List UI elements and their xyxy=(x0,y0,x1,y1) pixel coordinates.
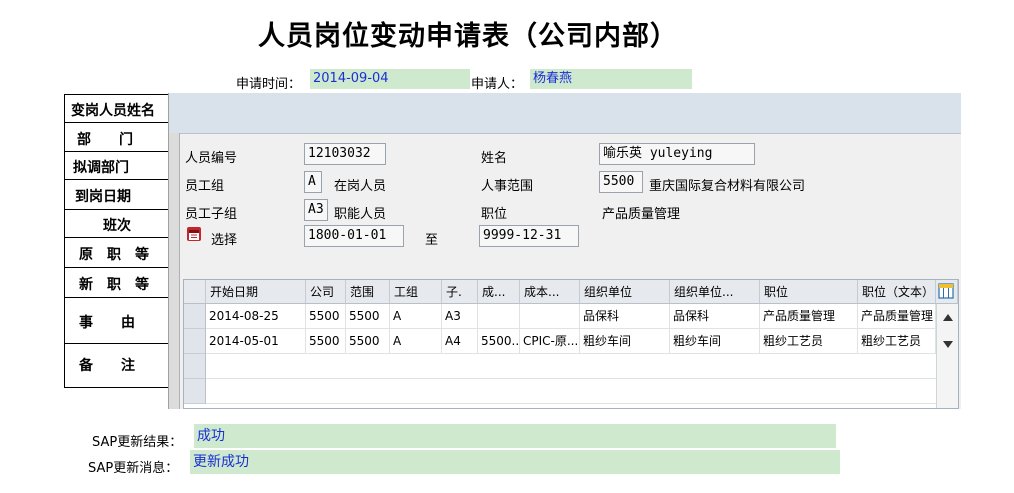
grid-select-all[interactable] xyxy=(184,280,206,304)
cell-position-text[interactable]: 产品质量管理 xyxy=(858,304,936,329)
col-header-org-unit[interactable]: 组织单位 xyxy=(580,280,670,304)
cell-emp-group[interactable]: A xyxy=(390,329,442,354)
col-header-emp-group[interactable]: 工组 xyxy=(390,280,442,304)
form-table: 变岗人员姓名 部 门 拟调部门 到岗日期 班次 原 职 等 新 职 等 事 由 … xyxy=(64,94,172,388)
cell-start-date[interactable]: 2014-08-25 xyxy=(206,304,306,329)
col-header-company[interactable]: 公司 xyxy=(306,280,346,304)
col-header-position[interactable]: 职位 xyxy=(760,280,858,304)
emp-group-text: 在岗人员 xyxy=(334,179,387,194)
col-header-cost-1[interactable]: 成... xyxy=(478,280,520,304)
cell-start-date[interactable]: 2014-05-01 xyxy=(206,329,306,354)
cell-area[interactable]: 5500 xyxy=(346,304,390,329)
pers-area-code[interactable]: 5500 xyxy=(599,171,643,193)
cell-org-unit-text[interactable]: 品保科 xyxy=(670,304,760,329)
empty-row xyxy=(206,354,936,379)
row-selector[interactable] xyxy=(184,354,206,379)
col-header-cost-center[interactable]: 成本... xyxy=(520,280,580,304)
to-label: 至 xyxy=(425,233,439,248)
person-no-label: 人员编号 xyxy=(185,151,238,166)
sap-panel: 人员编号 12103032 姓名 喻乐英 yuleying 员工组 A 在岗人员… xyxy=(168,93,961,409)
col-header-area[interactable]: 范围 xyxy=(346,280,390,304)
name-label: 姓名 xyxy=(481,151,508,166)
date-from-field[interactable]: 1800-01-01 xyxy=(304,225,404,247)
request-time-label: 申请时间： xyxy=(236,77,302,92)
sap-status-label: SAP更新结果： xyxy=(92,435,183,450)
sap-message-label: SAP更新消息： xyxy=(88,461,179,476)
form-label-target-department: 拟调部门 xyxy=(73,160,129,176)
cell-cost-1[interactable] xyxy=(478,304,520,329)
cell-company[interactable]: 5500 xyxy=(306,329,346,354)
cell-position[interactable]: 粗纱工艺员 xyxy=(760,329,858,354)
request-time-field[interactable]: 2014-09-04 xyxy=(310,69,470,89)
emp-group-label: 员工组 xyxy=(185,179,225,194)
row-selector[interactable] xyxy=(184,304,206,329)
row-selector[interactable] xyxy=(184,329,206,354)
grid-settings-icon[interactable] xyxy=(936,280,958,304)
scroll-down-icon[interactable] xyxy=(942,334,954,353)
cell-emp-group[interactable]: A xyxy=(390,304,442,329)
cell-position-text[interactable]: 粗纱工艺员 xyxy=(858,329,936,354)
col-header-org-unit-text[interactable]: 组织单位... xyxy=(670,280,760,304)
name-field[interactable]: 喻乐英 yuleying xyxy=(599,143,755,165)
page-title: 人员岗位变动申请表（公司内部） xyxy=(258,21,678,52)
sap-header-bar xyxy=(169,93,961,134)
select-label: 选择 xyxy=(211,233,238,248)
empty-row xyxy=(206,379,936,404)
position-label: 职位 xyxy=(481,207,508,222)
cell-org-unit-text[interactable]: 粗纱车间 xyxy=(670,329,760,354)
person-no-field[interactable]: 12103032 xyxy=(304,143,386,165)
row-selector[interactable] xyxy=(184,379,206,404)
scroll-up-icon[interactable] xyxy=(942,308,954,327)
form-label-department: 部 门 xyxy=(77,132,133,148)
emp-subgroup-label: 员工子组 xyxy=(185,207,238,222)
applicant-field[interactable]: 杨春燕 xyxy=(530,69,692,89)
cell-area[interactable]: 5500 xyxy=(346,329,390,354)
cell-org-unit[interactable]: 品保科 xyxy=(580,304,670,329)
position-value: 产品质量管理 xyxy=(602,207,681,222)
grid-vertical-scrollbar[interactable] xyxy=(936,304,958,408)
applicant-label: 申请人： xyxy=(471,77,524,92)
col-header-subgroup[interactable]: 子. xyxy=(442,280,478,304)
history-grid: 开始日期 公司 范围 工组 子. 成... 成本... 组织单位 组织单位...… xyxy=(183,279,959,409)
form-label-shift: 班次 xyxy=(103,218,131,234)
cell-cost-center[interactable]: CPIC-原... xyxy=(520,329,580,354)
form-label-arrival-date: 到岗日期 xyxy=(75,189,131,205)
emp-subgroup-code[interactable]: A3 xyxy=(304,199,328,221)
cell-subgroup[interactable]: A3 xyxy=(442,304,478,329)
sap-message-field[interactable]: 更新成功 xyxy=(190,450,840,474)
sap-side-strip xyxy=(169,133,180,409)
cell-cost-1[interactable]: 5500... xyxy=(478,329,520,354)
form-label-name: 变岗人员姓名 xyxy=(71,103,155,119)
emp-group-code[interactable]: A xyxy=(304,171,322,193)
cell-company[interactable]: 5500 xyxy=(306,304,346,329)
cell-subgroup[interactable]: A4 xyxy=(442,329,478,354)
pers-area-text: 重庆国际复合材料有限公司 xyxy=(649,179,806,194)
form-label-remarks: 备 注 xyxy=(79,358,135,374)
cell-cost-center[interactable] xyxy=(520,304,580,329)
calendar-icon[interactable] xyxy=(187,227,201,241)
cell-position[interactable]: 产品质量管理 xyxy=(760,304,858,329)
pers-area-label: 人事范围 xyxy=(481,179,534,194)
col-header-start-date[interactable]: 开始日期 xyxy=(206,280,306,304)
form-label-reason: 事 由 xyxy=(79,315,135,331)
date-to-field[interactable]: 9999-12-31 xyxy=(479,225,579,247)
col-header-position-text[interactable]: 职位（文本） xyxy=(858,280,936,304)
form-label-original-grade: 原 职 等 xyxy=(79,247,149,263)
sap-status-field[interactable]: 成功 xyxy=(194,424,836,448)
form-label-new-grade: 新 职 等 xyxy=(79,277,149,293)
cell-org-unit[interactable]: 粗纱车间 xyxy=(580,329,670,354)
emp-subgroup-text: 职能人员 xyxy=(334,207,387,222)
